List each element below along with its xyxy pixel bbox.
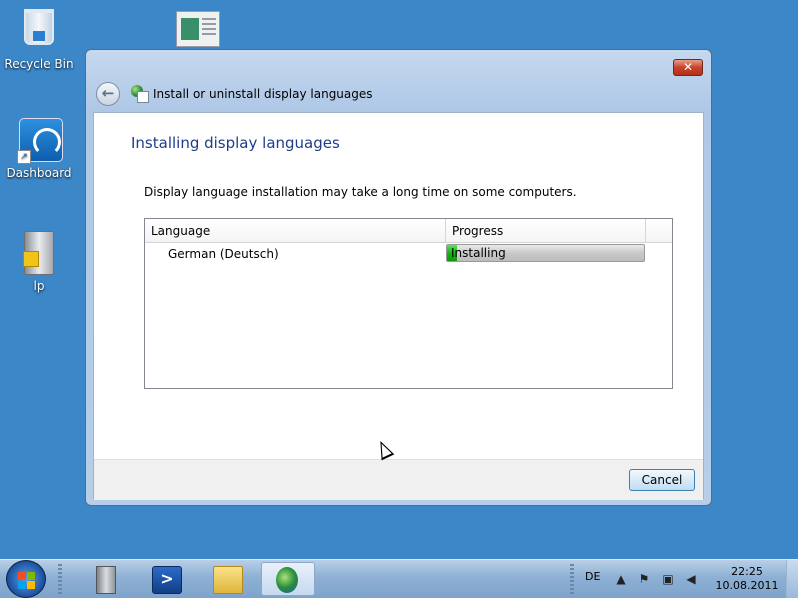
desktop-icon-dashboard[interactable]: ↗ Dashboard <box>1 118 77 180</box>
tray-grip[interactable] <box>570 564 574 594</box>
column-header-filler <box>646 219 672 243</box>
language-globe-icon <box>131 85 149 103</box>
taskbar-language-installer[interactable] <box>261 562 315 596</box>
back-arrow-icon: ← <box>101 84 115 102</box>
window-title: Install or uninstall display languages <box>153 87 373 101</box>
language-cell: German (Deutsch) <box>168 247 279 261</box>
back-button[interactable]: ← <box>96 82 120 106</box>
desktop-icon-label: Recycle Bin <box>4 57 74 71</box>
volume-muted-icon[interactable]: ◀ <box>684 573 698 586</box>
show-hidden-icons-icon[interactable]: ▲ <box>614 573 628 586</box>
powershell-icon: > <box>152 566 182 594</box>
column-header-language[interactable]: Language <box>145 219 446 243</box>
taskbar-clock[interactable]: 22:25 10.08.2011 <box>712 565 782 593</box>
taskbar-server-manager[interactable] <box>78 562 132 596</box>
column-header-progress[interactable]: Progress <box>446 219 646 243</box>
cancel-button[interactable]: Cancel <box>629 469 695 491</box>
taskbar-powershell[interactable]: > <box>139 562 193 596</box>
input-language-indicator[interactable]: DE <box>585 570 600 583</box>
network-icon[interactable]: ▣ <box>661 573 675 586</box>
taskbar-grip[interactable] <box>58 564 62 594</box>
close-icon: ✕ <box>682 60 694 74</box>
desktop-icon-recycle-bin[interactable]: Recycle Bin <box>1 5 77 71</box>
progress-text: Installing <box>451 246 506 260</box>
start-button[interactable] <box>6 560 46 598</box>
server-icon <box>19 231 59 275</box>
explorer-folder-icon <box>213 566 243 594</box>
recycle-bin-icon <box>19 9 59 53</box>
taskbar: > DE ▲ ⚑ ▣ ◀ 22:25 10.08.2011 <box>0 559 798 598</box>
language-progress-list[interactable]: Language Progress German (Deutsch) Insta… <box>144 218 673 389</box>
clock-time: 22:25 <box>731 565 763 578</box>
description-text: Display language installation may take a… <box>144 185 577 199</box>
clock-date: 10.08.2011 <box>715 579 779 592</box>
show-desktop-button[interactable] <box>786 560 798 598</box>
dashboard-icon: ↗ <box>17 118 63 164</box>
install-languages-window: ✕ ← Install or uninstall display languag… <box>85 49 712 506</box>
page-heading: Installing display languages <box>131 134 340 152</box>
progress-bar: Installing <box>446 244 645 262</box>
close-button[interactable]: ✕ <box>673 59 703 76</box>
desktop-icon-lp[interactable]: lp <box>1 231 77 293</box>
desktop-icon-label: Dashboard <box>6 166 72 180</box>
action-center-flag-icon[interactable]: ⚑ <box>637 573 651 586</box>
server-manager-icon <box>96 566 116 594</box>
desktop-icon-label: lp <box>33 279 45 293</box>
taskbar-explorer[interactable] <box>200 562 254 596</box>
wizard-content: Installing display languages Display lan… <box>93 112 704 500</box>
shortcut-arrow-icon: ↗ <box>17 150 31 164</box>
document-icon[interactable] <box>176 11 220 47</box>
wizard-footer: Cancel <box>94 459 703 500</box>
language-installer-icon <box>276 567 298 593</box>
